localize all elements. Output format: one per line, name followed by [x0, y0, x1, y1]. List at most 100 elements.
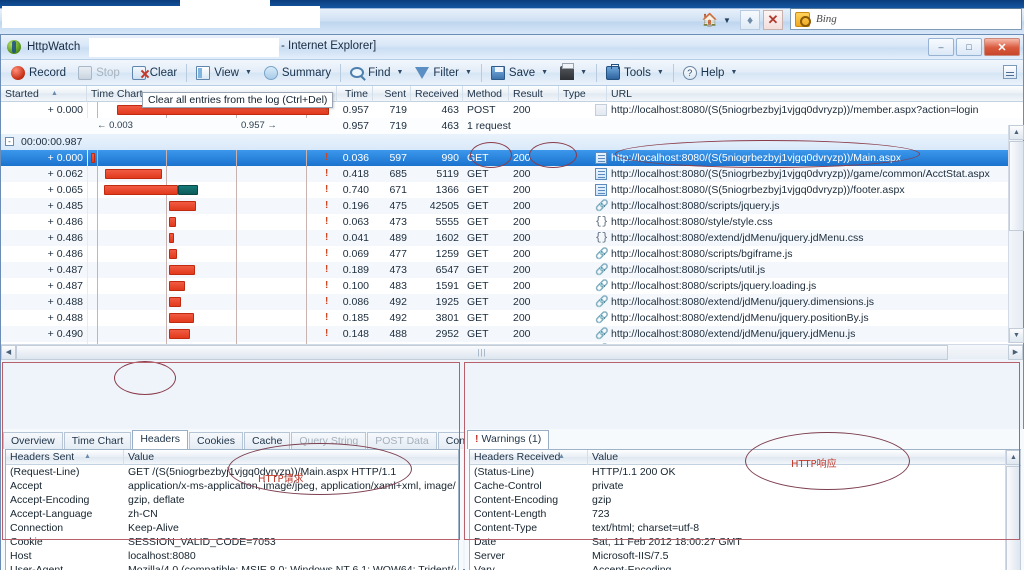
column-header-headers-received[interactable]: Headers Received ▲: [470, 450, 588, 465]
help-button[interactable]: ? Help ▼: [677, 62, 744, 84]
browser-search-box[interactable]: Bing: [790, 8, 1022, 30]
tab-warnings-1[interactable]: ! Warnings (1): [467, 430, 550, 449]
list-item[interactable]: Content-Type text/html; charset=utf-8: [470, 521, 1020, 535]
column-header-sent[interactable]: Sent: [373, 86, 411, 102]
panel-toggle-icon[interactable]: [1003, 65, 1017, 79]
clear-button[interactable]: Clear: [126, 62, 183, 84]
grid-horizontal-scrollbar[interactable]: ◀ ||| ▶: [1, 344, 1023, 360]
tab-cookies[interactable]: Cookies: [189, 432, 243, 449]
cell-url[interactable]: http://localhost:8080/scripts/util.js: [607, 262, 1007, 278]
column-header-result[interactable]: Result: [509, 86, 559, 102]
list-item[interactable]: (Request-Line) GET /(S(5niogrbezbyj1vjgq0…: [6, 465, 458, 479]
table-row-summary[interactable]: ← 0.003 0.957 → 0.957 719 463 1 request: [1, 118, 1023, 134]
list-item[interactable]: Vary Accept-Encoding: [470, 563, 1020, 570]
minimize-button[interactable]: –: [928, 38, 954, 56]
chevron-down-icon[interactable]: ▼: [465, 69, 472, 76]
table-row[interactable]: + 0.487! 0.100 483 1591 GET 200 🔗 http://localh…: [1, 278, 1023, 294]
list-item[interactable]: Cache-Control private: [470, 479, 1020, 493]
chevron-down-icon[interactable]: ▼: [580, 69, 587, 76]
tab-query-string[interactable]: Query String: [291, 432, 367, 449]
chevron-down-icon[interactable]: ▼: [657, 69, 664, 76]
cell-url[interactable]: http://localhost:8080/(S(5niogrbezbyj1vj…: [607, 102, 1007, 118]
request-grid-body[interactable]: + 0.000! 0.957 719 463 POST 200 http://localho…: [1, 102, 1023, 344]
cell-url[interactable]: http://localhost:8080/scripts/bgiframe.j…: [607, 246, 1007, 262]
maximize-button[interactable]: □: [956, 38, 982, 56]
cell-url[interactable]: http://localhost:8080/extend/jdMenu/jque…: [607, 294, 1007, 310]
chevron-down-icon[interactable]: ▼: [245, 69, 252, 76]
list-item[interactable]: Server Microsoft-IIS/7.5: [470, 549, 1020, 563]
column-header-type[interactable]: Type: [559, 86, 607, 102]
scroll-thumb-vertical[interactable]: [1006, 466, 1021, 570]
find-button[interactable]: Find ▼: [344, 62, 409, 84]
list-item[interactable]: User-Agent Mozilla/4.0 (compatible; MSIE …: [6, 563, 458, 570]
scroll-right-button[interactable]: ▶: [1008, 345, 1023, 360]
list-item[interactable]: Accept-Language zh-CN: [6, 507, 458, 521]
home-dropdown-icon[interactable]: ▼: [720, 10, 734, 30]
summary-button[interactable]: Summary: [258, 62, 337, 84]
right-pane-vertical-scrollbar[interactable]: ▲ ▼: [1005, 450, 1021, 570]
column-header-method[interactable]: Method: [463, 86, 509, 102]
chevron-down-icon[interactable]: ▼: [541, 69, 548, 76]
list-item[interactable]: Content-Encoding gzip: [470, 493, 1020, 507]
column-header-value[interactable]: Value: [588, 450, 1020, 465]
column-header-time[interactable]: Time: [337, 86, 373, 102]
stop-button[interactable]: Stop: [72, 62, 126, 84]
table-row[interactable]: + 0.488! 0.185 492 3801 GET 200 🔗 http://localh…: [1, 310, 1023, 326]
column-header-headers-sent[interactable]: Headers Sent ▲: [6, 450, 124, 465]
scroll-thumb-horizontal[interactable]: |||: [16, 345, 948, 360]
cell-url[interactable]: http://localhost:8080/extend/jdMenu/jque…: [607, 310, 1007, 326]
list-item[interactable]: Date Sat, 11 Feb 2012 18:00:27 GMT: [470, 535, 1020, 549]
list-item[interactable]: Host localhost:8080: [6, 549, 458, 563]
cell-url[interactable]: http://localhost:8080/style/style.css: [607, 214, 1007, 230]
cell-url[interactable]: http://localhost:8080/extend/jdMenu/jque…: [607, 326, 1007, 342]
grid-vertical-scrollbar[interactable]: ▲ ▼: [1008, 125, 1024, 343]
list-item[interactable]: Accept-Encoding gzip, deflate: [6, 493, 458, 507]
scroll-left-button[interactable]: ◀: [1, 345, 16, 360]
table-row[interactable]: + 0.065! 0.740 671 1366 GET 200 http://localho…: [1, 182, 1023, 198]
group-expander-icon[interactable]: -: [5, 137, 14, 146]
table-row[interactable]: + 0.488! 0.086 492 1925 GET 200 🔗 http://localh…: [1, 294, 1023, 310]
cell-url[interactable]: http://localhost:8080/extend/jdMenu/jque…: [607, 230, 1007, 246]
view-button[interactable]: View ▼: [190, 62, 258, 84]
table-row[interactable]: + 0.487! 0.189 473 6547 GET 200 🔗 http://localh…: [1, 262, 1023, 278]
tools-button[interactable]: Tools ▼: [600, 62, 670, 84]
table-row[interactable]: + 0.062! 0.418 685 5119 GET 200 http://localho…: [1, 166, 1023, 182]
filter-button[interactable]: Filter ▼: [409, 62, 478, 84]
list-item[interactable]: Accept application/x-ms-application, imag…: [6, 479, 458, 493]
tab-time-chart[interactable]: Time Chart: [63, 432, 132, 449]
stop-icon[interactable]: ✕: [763, 10, 783, 30]
table-row-group[interactable]: -00:00:00.987: [1, 134, 1023, 150]
table-row[interactable]: + 0.486! 0.069 477 1259 GET 200 🔗 http://localh…: [1, 246, 1023, 262]
chevron-down-icon[interactable]: ▼: [730, 69, 737, 76]
home-icon[interactable]: 🏠: [700, 10, 720, 30]
table-row[interactable]: + 0.490! 0.148 488 2952 GET 200 🔗 http://localh…: [1, 326, 1023, 342]
tab-post-data[interactable]: POST Data: [367, 432, 437, 449]
scroll-down-button[interactable]: ▼: [1009, 328, 1024, 343]
list-item[interactable]: Cookie SESSION_VALID_CODE=7053: [6, 535, 458, 549]
list-item[interactable]: Connection Keep-Alive: [6, 521, 458, 535]
save-button[interactable]: Save ▼: [485, 62, 554, 84]
scroll-thumb-vertical[interactable]: [1009, 141, 1024, 231]
tab-headers[interactable]: Headers: [132, 430, 189, 449]
scroll-up-button[interactable]: ▲: [1009, 125, 1024, 140]
scroll-up-button[interactable]: ▲: [1006, 450, 1021, 465]
table-row[interactable]: + 0.000! 0.036 597 990 GET 200 http://localhos…: [1, 150, 1023, 166]
column-header-started[interactable]: Started ▲: [1, 86, 87, 102]
table-row[interactable]: + 0.486! 0.063 473 5555 GET 200 {} http://local…: [1, 214, 1023, 230]
headers-sent-list[interactable]: Headers Sent ▲ Value (Request-Line) GET /(…: [5, 449, 459, 570]
record-button[interactable]: Record: [5, 62, 72, 84]
list-item[interactable]: Content-Length 723: [470, 507, 1020, 521]
column-header-value[interactable]: Value: [124, 450, 458, 465]
column-header-received[interactable]: Received: [411, 86, 463, 102]
close-button[interactable]: ✕: [984, 38, 1020, 56]
table-row[interactable]: + 0.485! 0.196 475 42505 GET 200 🔗 http://local…: [1, 198, 1023, 214]
chevron-down-icon[interactable]: ▼: [396, 69, 403, 76]
print-button[interactable]: ▼: [554, 62, 593, 84]
cell-url[interactable]: http://localhost:8080/(S(5niogrbezbyj1vj…: [607, 150, 1007, 166]
tab-overview[interactable]: Overview: [3, 432, 63, 449]
tab-cache[interactable]: Cache: [243, 432, 291, 449]
table-row[interactable]: + 0.486! 0.041 489 1602 GET 200 {} http://local…: [1, 230, 1023, 246]
cell-url[interactable]: http://localhost:8080/scripts/jquery.js: [607, 198, 1007, 214]
cell-url[interactable]: http://localhost:8080/(S(5niogrbezbyj1vj…: [607, 166, 1007, 182]
list-item[interactable]: (Status-Line) HTTP/1.1 200 OK: [470, 465, 1020, 479]
